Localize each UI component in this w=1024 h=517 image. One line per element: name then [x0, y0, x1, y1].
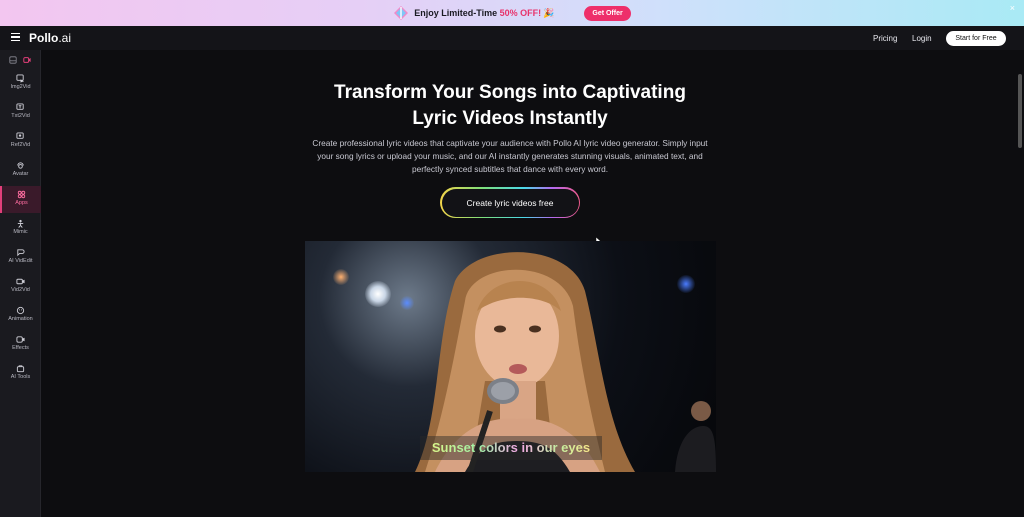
sidebar-item-label: Animation	[8, 316, 33, 322]
top-navigation: Pollo.ai Pricing Login Start for Free	[0, 26, 1024, 50]
reference-video-icon	[16, 132, 24, 139]
start-for-free-button[interactable]: Start for Free	[946, 31, 1006, 46]
video-preview[interactable]: Sunset colors in our eyes	[305, 241, 716, 472]
cta-label: Create lyric videos free	[441, 188, 579, 217]
sidebar-item-label: AI VidEdit	[8, 258, 33, 264]
sidebar-item-mimic[interactable]: Mimic	[0, 215, 41, 242]
tools-icon	[16, 365, 25, 373]
apps-icon	[17, 190, 26, 199]
gift-icon	[394, 6, 409, 20]
effects-icon	[16, 336, 25, 343]
sidebar-item-animation[interactable]: Animation	[0, 302, 41, 329]
sidebar-item-label: Vid2Vid	[11, 287, 30, 293]
sidebar-item-label: Apps	[15, 200, 28, 206]
sidebar-item-avatar[interactable]: Avatar	[0, 157, 41, 184]
promo-text: Enjoy Limited-Time 50% OFF!	[414, 8, 542, 18]
sidebar-item-effects[interactable]: Effects	[0, 331, 41, 358]
pricing-link[interactable]: Pricing	[873, 34, 897, 43]
text-video-icon	[16, 103, 24, 110]
sidebar-mode-switch	[0, 50, 40, 70]
hero-description: Create professional lyric videos that ca…	[312, 138, 708, 174]
sidebar: Img2Vid Txt2Vid Ref2Vid Avatar Apps Mimi…	[0, 50, 41, 517]
animation-icon	[16, 306, 25, 315]
sidebar-item-label: Ref2Vid	[10, 142, 31, 148]
party-icon: 🎉	[543, 7, 555, 18]
login-link[interactable]: Login	[912, 34, 932, 43]
page-title: Transform Your Songs into Captivating Ly…	[334, 82, 686, 129]
sidebar-item-txt2vid[interactable]: Txt2Vid	[0, 99, 41, 126]
sidebar-item-label: Effects	[12, 345, 29, 351]
sidebar-item-apps[interactable]: Apps	[0, 186, 41, 213]
promo-discount: 50% OFF!	[499, 8, 542, 18]
sidebar-item-label: Img2Vid	[10, 84, 31, 90]
scrollbar[interactable]	[1018, 74, 1022, 148]
logo[interactable]: Pollo.ai	[29, 31, 71, 45]
sidebar-item-img2vid[interactable]: Img2Vid	[0, 70, 41, 97]
sidebar-item-ai-videdit[interactable]: AI VidEdit	[0, 244, 41, 271]
promo-banner: Enjoy Limited-Time 50% OFF! 🎉 Get Offer …	[0, 0, 1024, 26]
sidebar-item-ai-tools[interactable]: AI Tools	[0, 360, 41, 387]
get-offer-button[interactable]: Get Offer	[584, 5, 631, 21]
sidebar-item-label: Txt2Vid	[11, 113, 30, 119]
image-video-icon	[16, 74, 25, 83]
menu-icon[interactable]	[11, 33, 20, 42]
sidebar-item-vid2vid[interactable]: Vid2Vid	[0, 273, 41, 300]
sidebar-item-label: AI Tools	[10, 374, 31, 380]
avatar-icon	[17, 162, 24, 169]
lyric-subtitle: Sunset colors in our eyes	[420, 436, 602, 460]
image-mode-icon[interactable]	[9, 56, 17, 64]
create-lyric-videos-button[interactable]: Create lyric videos free	[440, 187, 580, 218]
video-video-icon	[16, 278, 25, 285]
video-edit-icon	[17, 249, 25, 257]
sidebar-item-ref2vid[interactable]: Ref2Vid	[0, 128, 41, 155]
mimic-icon	[17, 219, 24, 228]
close-icon[interactable]: ×	[1010, 3, 1015, 13]
sidebar-item-label: Avatar	[12, 171, 29, 177]
video-mode-icon[interactable]	[23, 56, 31, 64]
sidebar-item-label: Mimic	[13, 229, 28, 235]
